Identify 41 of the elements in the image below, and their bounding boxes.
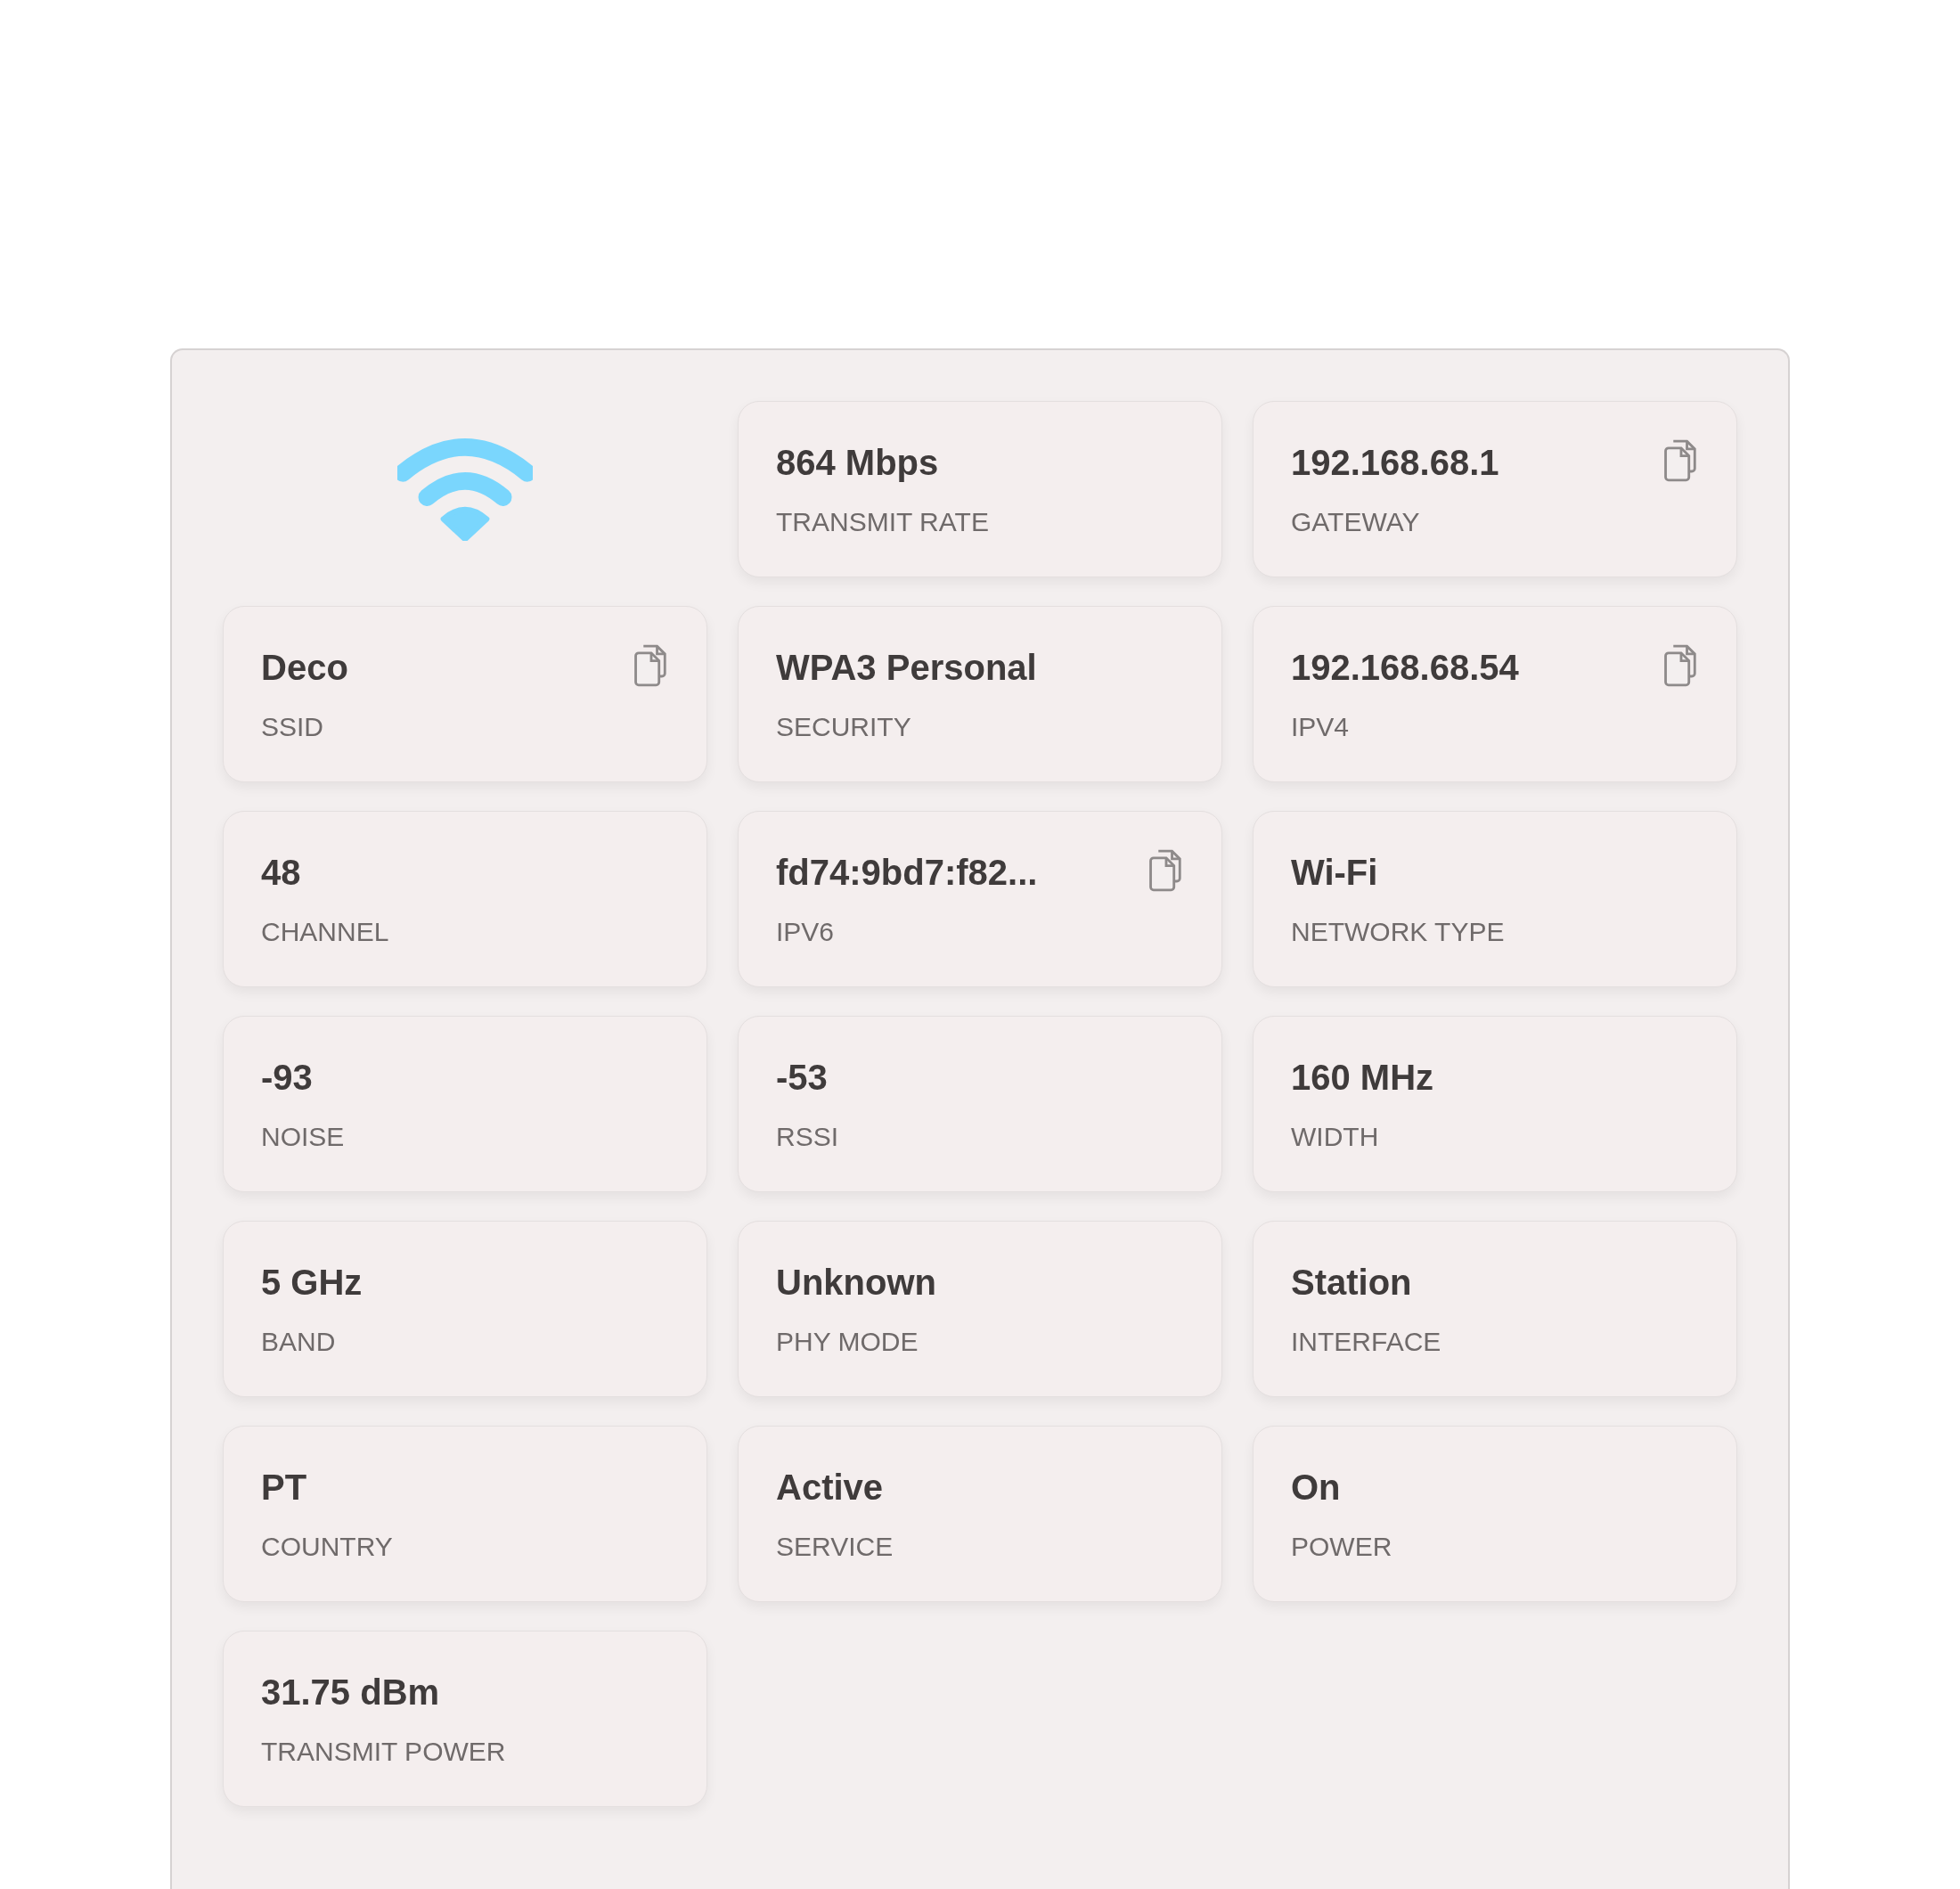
value-text: Active	[776, 1467, 884, 1509]
label-text: SERVICE	[776, 1532, 894, 1562]
value-text: 31.75 dBm	[261, 1672, 440, 1713]
value-text: fd74:9bd7:f82...	[776, 852, 1038, 894]
copy-icon[interactable]	[1148, 849, 1184, 892]
value-text: -53	[776, 1057, 828, 1099]
label-text: INTERFACE	[1291, 1327, 1442, 1357]
label-text: SECURITY	[776, 712, 912, 742]
label-text: TRANSMIT POWER	[261, 1737, 507, 1767]
value-text: 160 MHz	[1291, 1057, 1434, 1099]
copy-icon[interactable]	[1663, 644, 1699, 687]
value-text: PT	[261, 1467, 307, 1509]
value-text: 192.168.68.54	[1291, 647, 1519, 689]
label-text: CHANNEL	[261, 917, 390, 947]
value-text: WPA3 Personal	[776, 647, 1037, 689]
label-text: BAND	[261, 1327, 337, 1357]
label-text: NETWORK TYPE	[1291, 917, 1506, 947]
copy-icon[interactable]	[633, 644, 669, 687]
label-text: NOISE	[261, 1122, 346, 1152]
value-text: 864 Mbps	[776, 442, 939, 484]
label-text: POWER	[1291, 1532, 1393, 1562]
value-text: 5 GHz	[261, 1262, 363, 1304]
label-text: RSSI	[776, 1122, 840, 1152]
label-text: TRANSMIT RATE	[776, 507, 990, 537]
value-text: Wi-Fi	[1291, 852, 1378, 894]
value-text: 192.168.68.1	[1291, 442, 1499, 484]
label-text: SSID	[261, 712, 325, 742]
label-text: PHY MODE	[776, 1327, 919, 1357]
value-text: On	[1291, 1467, 1341, 1509]
copy-icon[interactable]	[1663, 439, 1699, 482]
value-text: Deco	[261, 647, 348, 689]
wifi-icon	[397, 437, 533, 541]
value-text: -93	[261, 1057, 313, 1099]
value-text: 48	[261, 852, 301, 894]
value-text: Station	[1291, 1262, 1412, 1304]
label-text: GATEWAY	[1291, 507, 1421, 537]
label-text: IPV4	[1291, 712, 1351, 742]
label-text: IPV6	[776, 917, 836, 947]
label-text: WIDTH	[1291, 1122, 1380, 1152]
label-text: COUNTRY	[261, 1532, 394, 1562]
value-text: Unknown	[776, 1262, 936, 1304]
